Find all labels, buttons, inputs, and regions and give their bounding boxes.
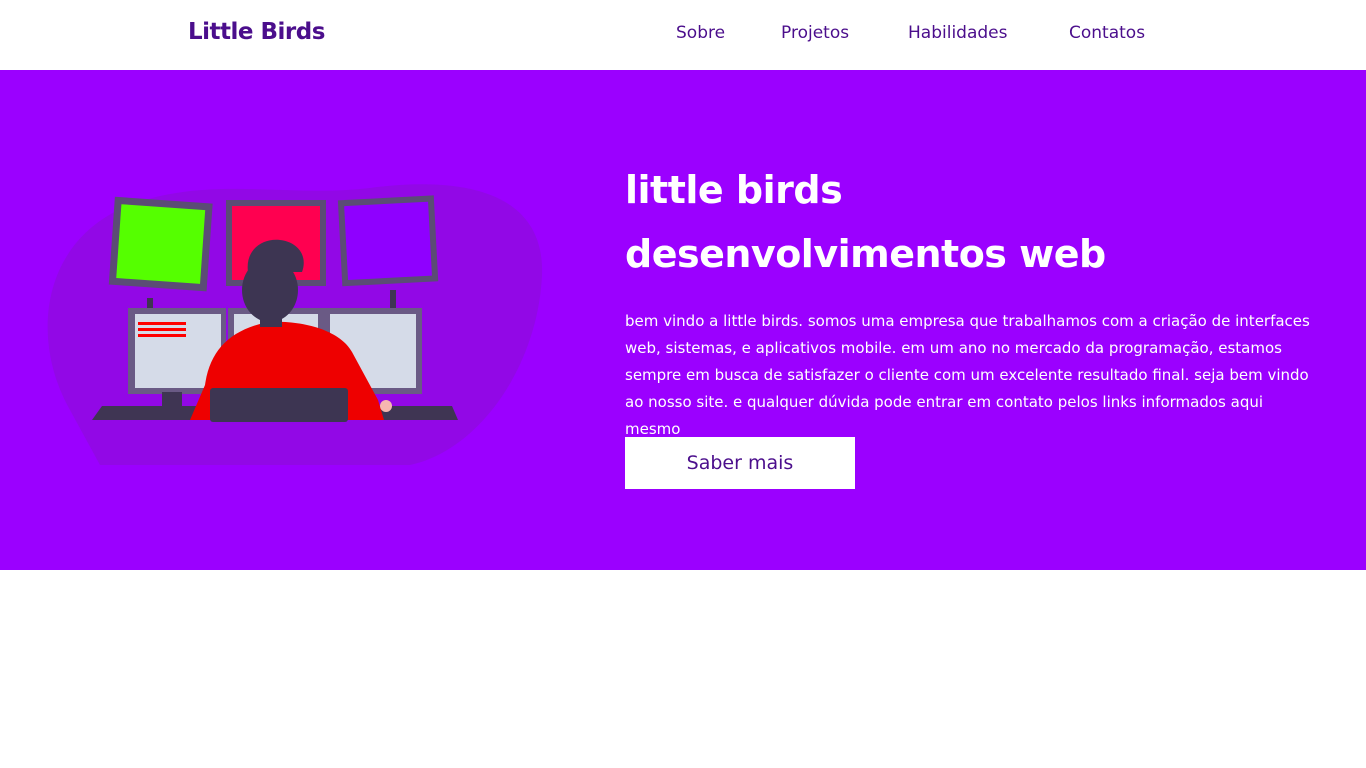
nav-link-projetos[interactable]: Projetos	[781, 23, 849, 43]
hero-title-line-1: little birds	[625, 168, 843, 212]
nav-link-sobre[interactable]: Sobre	[676, 23, 725, 43]
navbar: Little Birds Sobre Projetos Habilidades …	[0, 0, 1366, 70]
nav-links: Sobre Projetos Habilidades Contatos	[0, 23, 1366, 51]
saber-mais-button[interactable]: Saber mais	[625, 437, 855, 489]
hero-text: little birds desenvolvimentos web bem vi…	[625, 158, 1325, 443]
hero-title: little birds desenvolvimentos web	[625, 158, 1325, 286]
nav-link-habilidades[interactable]: Habilidades	[908, 23, 1007, 43]
nav-link-contatos[interactable]: Contatos	[1069, 23, 1145, 43]
hero-title-line-2: desenvolvimentos web	[625, 232, 1106, 276]
hero-section: little birds desenvolvimentos web bem vi…	[0, 70, 1366, 570]
hero-description: bem vindo a little birds. somos uma empr…	[625, 312, 1310, 438]
developer-at-monitors-illustration	[47, 184, 543, 465]
